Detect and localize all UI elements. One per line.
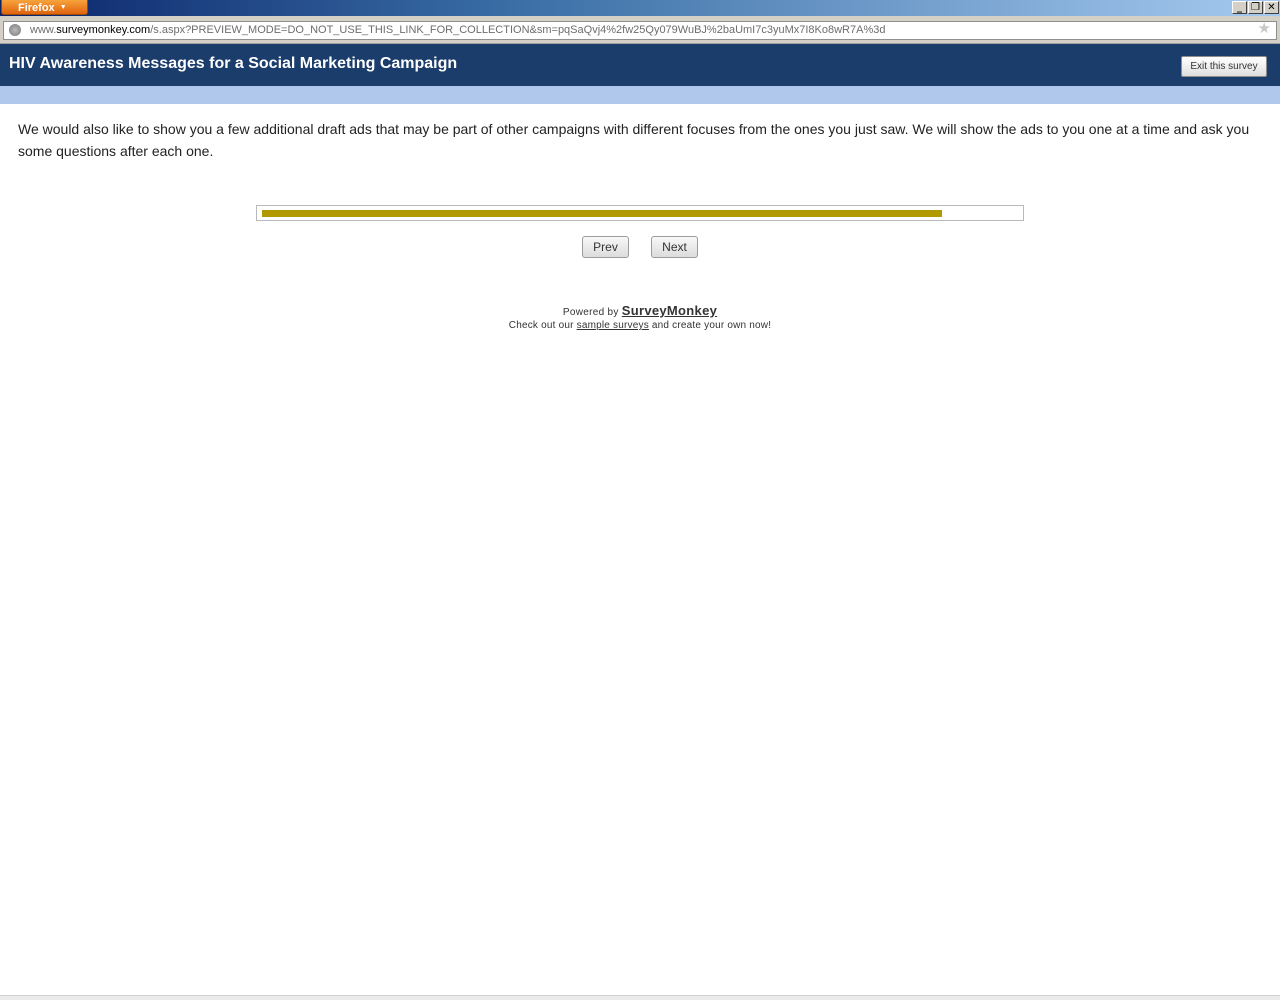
star-icon[interactable]: ★ <box>1258 22 1271 37</box>
url-text: www.surveymonkey.com/s.aspx?PREVIEW_MODE… <box>30 22 885 39</box>
survey-title: HIV Awareness Messages for a Social Mark… <box>9 55 458 72</box>
minimize-button[interactable]: _ <box>1232 1 1247 14</box>
url-path: /s.aspx?PREVIEW_MODE=DO_NOT_USE_THIS_LIN… <box>150 24 886 36</box>
progress-bar <box>256 205 1024 221</box>
close-button[interactable]: ✕ <box>1264 1 1279 14</box>
restore-button[interactable]: ❐ <box>1248 1 1263 14</box>
window-titlebar: Firefox ▼ _ ❐ ✕ <box>0 0 1280 16</box>
site-identity-icon[interactable] <box>9 24 21 36</box>
firefox-menu-button[interactable]: Firefox ▼ <box>1 0 88 15</box>
checkout-line: Check out our sample surveys and create … <box>0 320 1280 332</box>
survey-intro-text: We would also like to show you a few add… <box>18 121 1250 159</box>
window-controls: _ ❐ ✕ <box>1232 1 1279 14</box>
address-bar[interactable]: www.surveymonkey.com/s.aspx?PREVIEW_MODE… <box>3 21 1277 40</box>
sample-surveys-link[interactable]: sample surveys <box>577 320 649 331</box>
powered-by-line: Powered by SurveyMonkey <box>0 304 1280 320</box>
surveymonkey-link[interactable]: SurveyMonkey <box>622 303 717 318</box>
header-stripe <box>0 86 1280 104</box>
next-button[interactable]: Next <box>651 236 698 258</box>
prev-button[interactable]: Prev <box>582 236 629 258</box>
url-domain: surveymonkey.com <box>56 24 151 36</box>
footer: Powered by SurveyMonkey Check out our sa… <box>0 304 1280 332</box>
firefox-menu-label: Firefox <box>18 2 55 14</box>
dropdown-arrow-icon: ▼ <box>59 4 67 11</box>
survey-header: HIV Awareness Messages for a Social Mark… <box>0 44 1280 86</box>
powered-by-text: Powered by <box>562 307 619 318</box>
progress-bar-fill <box>262 210 942 217</box>
checkout-suffix: and create your own now! <box>651 320 772 331</box>
url-prefix: www. <box>30 24 57 36</box>
checkout-prefix: Check out our <box>508 320 574 331</box>
window-bottom-edge <box>0 995 1280 1000</box>
browser-navbar: www.surveymonkey.com/s.aspx?PREVIEW_MODE… <box>0 16 1280 44</box>
exit-survey-button[interactable]: Exit this survey <box>1181 56 1267 77</box>
